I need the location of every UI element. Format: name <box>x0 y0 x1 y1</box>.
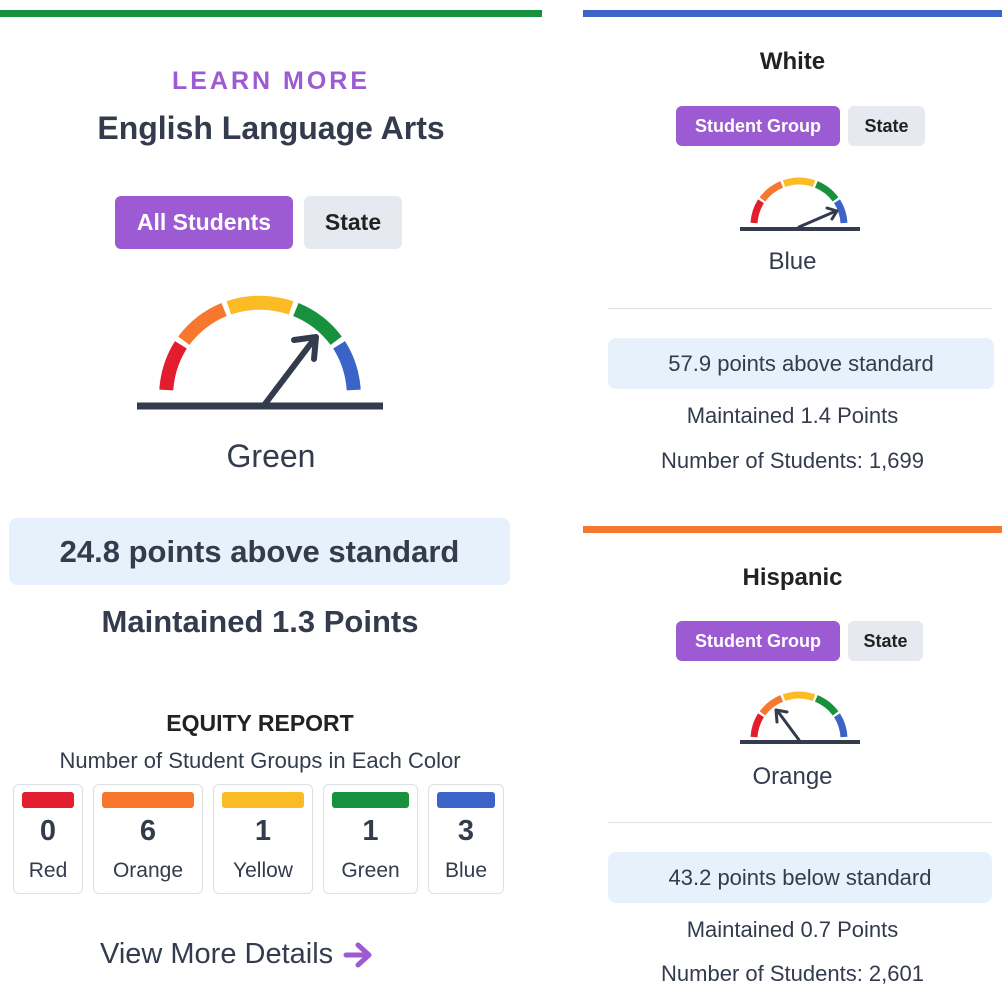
student-group-button[interactable]: Student Group <box>676 106 840 146</box>
equity-count: 1 <box>254 815 272 847</box>
state-button[interactable]: State <box>848 106 925 146</box>
learn-more-link[interactable]: LEARN MORE <box>0 67 542 96</box>
equity-count: 0 <box>39 815 57 847</box>
gauge-icon <box>740 177 860 231</box>
equity-tile-red: 0 Red <box>13 784 83 894</box>
student-group-card-white: White Student Group State Blue 57.9 poin… <box>583 0 1002 500</box>
equity-color-name: Blue <box>444 859 488 882</box>
arrow-right-icon <box>343 942 372 967</box>
equity-report-subtitle: Number of Student Groups in Each Color <box>59 748 461 773</box>
divider <box>608 822 992 823</box>
equity-tile-blue: 3 Blue <box>428 784 504 894</box>
green-swatch <box>332 792 409 808</box>
gauge-icon <box>137 295 383 410</box>
equity-count: 1 <box>362 815 379 847</box>
equity-color-name: Yellow <box>233 859 293 882</box>
equity-count: 6 <box>139 815 157 847</box>
view-more-details-label: View More Details <box>100 938 334 970</box>
student-group-button[interactable]: Student Group <box>676 621 840 661</box>
equity-color-name: Green <box>341 859 400 882</box>
yellow-swatch <box>222 792 304 808</box>
status-box: 57.9 points above standard <box>608 338 994 389</box>
equity-tile-orange: 6 Orange <box>93 784 203 894</box>
group-name: White <box>759 48 826 75</box>
all-students-button[interactable]: All Students <box>115 196 293 249</box>
equity-tile-yellow: 1 Yellow <box>213 784 313 894</box>
view-more-details-link[interactable]: View More Details <box>100 938 373 971</box>
blue-swatch <box>437 792 495 808</box>
equity-color-name: Red <box>28 859 68 882</box>
equity-report-title: EQUITY REPORT <box>166 710 354 736</box>
status-box: 43.2 points below standard <box>608 852 992 903</box>
student-count: Number of Students: 2,601 <box>661 961 924 986</box>
equity-tile-green: 1 Green <box>323 784 418 894</box>
ela-dashboard-card: LEARN MORE English Language Arts All Stu… <box>0 0 542 1008</box>
red-swatch <box>22 792 74 808</box>
status-box: 24.8 points above standard <box>9 518 510 585</box>
change-text: Maintained 1.3 Points <box>101 604 419 639</box>
indicator-title: English Language Arts <box>97 110 445 146</box>
gauge-level-label: Green <box>226 438 316 474</box>
divider <box>608 308 992 309</box>
card-accent-bar <box>583 526 1002 533</box>
gauge-level-label: Blue <box>768 248 817 275</box>
card-accent-bar <box>0 10 542 17</box>
student-count: Number of Students: 1,699 <box>661 448 924 473</box>
student-group-card-hispanic: Hispanic Student Group State Orange 43.2… <box>583 516 1002 1008</box>
orange-swatch <box>102 792 194 808</box>
equity-count: 3 <box>457 815 475 847</box>
equity-color-name: Orange <box>112 859 184 882</box>
group-name: Hispanic <box>742 564 843 591</box>
gauge-level-label: Orange <box>752 763 833 790</box>
gauge-icon <box>740 691 860 744</box>
change-text: Maintained 0.7 Points <box>686 917 899 942</box>
change-text: Maintained 1.4 Points <box>686 403 899 428</box>
state-button[interactable]: State <box>304 196 402 249</box>
state-button[interactable]: State <box>848 621 923 661</box>
card-accent-bar <box>583 10 1002 17</box>
